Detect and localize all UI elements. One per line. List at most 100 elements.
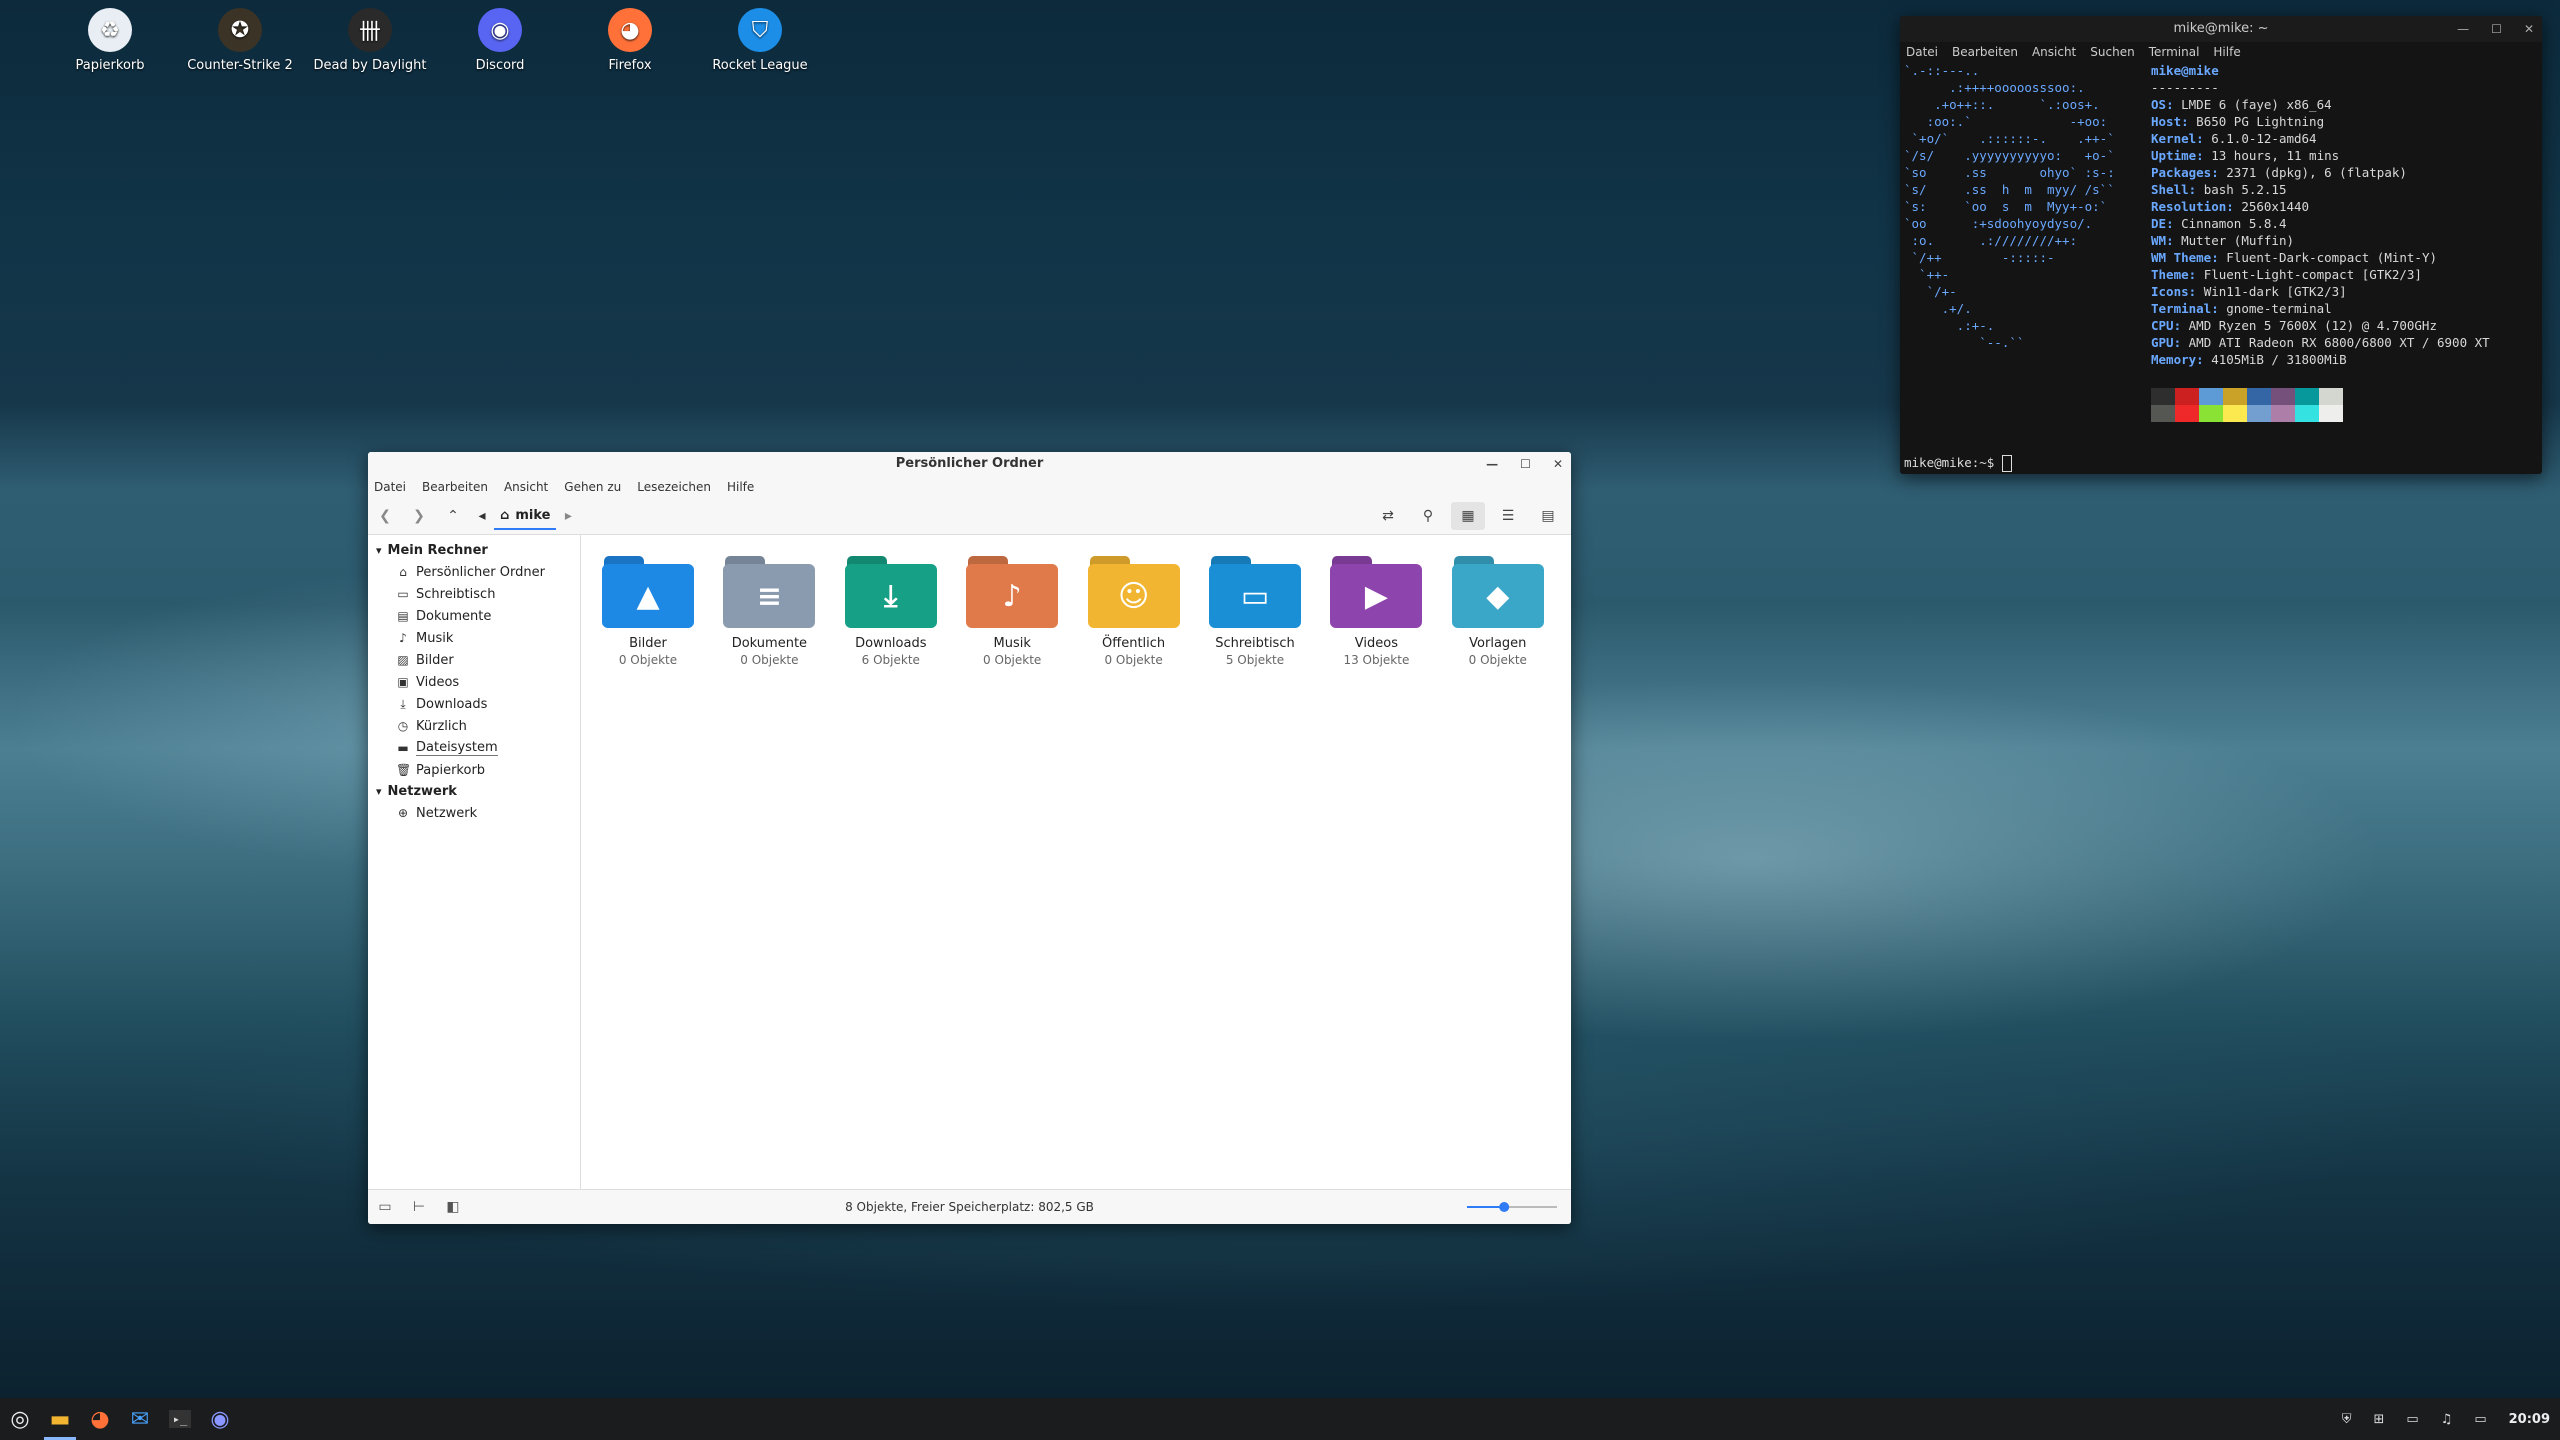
palette-swatch xyxy=(2295,405,2319,422)
battery-icon[interactable]: ▭ xyxy=(2474,1412,2486,1427)
taskbar-menu-button[interactable]: ◎ xyxy=(0,1398,40,1440)
collapse-arrow-icon[interactable]: ▾ xyxy=(376,785,382,798)
sidebar-item[interactable]: ⌂ Persönlicher Ordner xyxy=(368,561,580,583)
taskbar-mail-button[interactable]: ✉ xyxy=(120,1398,160,1440)
terminal-menu-item[interactable]: Ansicht xyxy=(2032,45,2076,59)
collapse-arrow-icon[interactable]: ▾ xyxy=(376,544,382,557)
zoom-slider[interactable] xyxy=(1467,1201,1557,1213)
menu-item[interactable]: Lesezeichen xyxy=(637,480,711,494)
info-row: DE: Cinnamon 5.8.4 xyxy=(2151,216,2287,231)
sidebar-item[interactable]: ♪ Musik xyxy=(368,627,580,649)
folder-item[interactable]: ≡ Dokumente 0 Objekte xyxy=(714,556,824,667)
compact-view-button[interactable]: ▤ xyxy=(1531,502,1565,530)
video-icon: ▣ xyxy=(397,675,409,689)
breadcrumb-left-button[interactable]: ◂ xyxy=(470,502,494,530)
folder-item[interactable]: ◆ Vorlagen 0 Objekte xyxy=(1443,556,1553,667)
sidebar-header-label: Mein Rechner xyxy=(387,543,488,558)
window-titlebar[interactable]: Persönlicher Ordner — ☐ ✕ xyxy=(368,452,1571,476)
menu-item[interactable]: Bearbeiten xyxy=(422,480,488,494)
logo-line: .+/. xyxy=(1904,301,1972,316)
sidebar-item[interactable]: ⤓ Downloads xyxy=(368,693,580,715)
sidebar-item[interactable]: 🗑 Papierkorb xyxy=(368,759,580,781)
terminal-menu-item[interactable]: Datei xyxy=(1906,45,1938,59)
menu-item[interactable]: Hilfe xyxy=(727,480,754,494)
taskbar-discord-button[interactable]: ◉ xyxy=(200,1398,240,1440)
info-value: Fluent-Dark-compact (Mint-Y) xyxy=(2226,250,2437,265)
desktop-icon-discord[interactable]: ◉ Discord xyxy=(435,8,565,73)
terminal-menu-item[interactable]: Terminal xyxy=(2149,45,2200,59)
folder-item[interactable]: ♪ Musik 0 Objekte xyxy=(957,556,1067,667)
palette-swatch xyxy=(2223,405,2247,422)
terminal-output[interactable]: `.-::---.. .:++++ooooosssoo:. .+o++::. `… xyxy=(1904,62,2538,472)
sidebar-item[interactable]: ▣ Videos xyxy=(368,671,580,693)
network-icon[interactable]: ⊞ xyxy=(2373,1412,2384,1427)
terminal-menu-item[interactable]: Hilfe xyxy=(2213,45,2240,59)
sidebar-item-label: Netzwerk xyxy=(416,805,478,821)
terminal-menu-item[interactable]: Bearbeiten xyxy=(1952,45,2018,59)
icon-view-button[interactable]: ▦ xyxy=(1451,502,1485,530)
desktop-icon-trash[interactable]: ♻ Papierkorb xyxy=(45,8,175,73)
list-view-button[interactable]: ☰ xyxy=(1491,502,1525,530)
info-key: WM xyxy=(2151,233,2167,248)
folder-view[interactable]: ▲ Bilder 0 Objekte ≡ Dokumente 0 Objekte ⤓ Down… xyxy=(581,534,1571,1190)
logo-line: `/s/ .yyyyyyyyyyo: +o-` xyxy=(1904,148,2115,163)
breadcrumb-home[interactable]: ⌂ mike xyxy=(494,502,557,530)
desktop-icon-firefox[interactable]: ◕ Firefox xyxy=(565,8,695,73)
display-icon[interactable]: ▭ xyxy=(2406,1412,2418,1427)
folder-count: 5 Objekte xyxy=(1225,653,1285,667)
info-key: OS xyxy=(2151,97,2167,112)
trash-icon: ♻ xyxy=(88,8,132,52)
back-button[interactable]: ❮ xyxy=(368,502,402,530)
taskbar-terminal-button[interactable]: ▸_ xyxy=(160,1398,200,1440)
folder-item[interactable]: ▲ Bilder 0 Objekte xyxy=(593,556,703,667)
menu-item[interactable]: Ansicht xyxy=(504,480,548,494)
menu-item[interactable]: Datei xyxy=(374,480,406,494)
sidebar-item[interactable]: ▤ Dokumente xyxy=(368,605,580,627)
sidebar-item[interactable]: ▭ Schreibtisch xyxy=(368,583,580,605)
sidebar-item[interactable]: ▨ Bilder xyxy=(368,649,580,671)
close-icon[interactable]: ✕ xyxy=(2524,16,2534,42)
folder-name: Downloads xyxy=(855,636,927,651)
terminal-menu-item[interactable]: Suchen xyxy=(2090,45,2134,59)
minimize-icon[interactable]: — xyxy=(1486,452,1498,476)
sidebar-section-header[interactable]: ▾ Netzwerk xyxy=(368,781,580,802)
music-icon: ♪ xyxy=(399,631,407,645)
taskbar-firefox-button[interactable]: ◕ xyxy=(80,1398,120,1440)
toggle-location-button[interactable]: ⇄ xyxy=(1371,502,1405,530)
folder-item[interactable]: ☺ Öffentlich 0 Objekte xyxy=(1079,556,1189,667)
sidebar-item-label: Schreibtisch xyxy=(416,586,496,602)
sidebar-section-header[interactable]: ▾ Mein Rechner xyxy=(368,540,580,561)
up-button[interactable]: ⌃ xyxy=(436,502,470,530)
minimize-icon[interactable]: — xyxy=(2457,16,2469,42)
shield-icon[interactable]: ⛨ xyxy=(2342,1412,2352,1427)
clock[interactable]: 20:09 xyxy=(2509,1412,2550,1427)
taskbar-files-button[interactable]: ▬ xyxy=(40,1398,80,1440)
close-icon[interactable]: ✕ xyxy=(1553,452,1563,476)
audio-icon[interactable]: ♫ xyxy=(2441,1412,2453,1427)
sidebar-item-label: Dokumente xyxy=(416,608,492,624)
folder-icon: ▲ xyxy=(602,556,694,628)
terminal-prompt[interactable]: mike@mike:~$ xyxy=(1904,454,2012,472)
desktop-icon-rocket-league[interactable]: ⛉ Rocket League xyxy=(695,8,825,73)
logo-line: `/++ -:::::- xyxy=(1904,250,2055,265)
maximize-icon[interactable]: ☐ xyxy=(2491,16,2502,42)
menu-item[interactable]: Gehen zu xyxy=(564,480,621,494)
sidebar-item[interactable]: ◷ Kürzlich xyxy=(368,715,580,737)
breadcrumb-right-button[interactable]: ▸ xyxy=(556,502,580,530)
desktop-icon-dbd[interactable]: 卌 Dead by Daylight xyxy=(305,8,435,73)
info-value: B650 PG Lightning xyxy=(2196,114,2325,129)
terminal-titlebar[interactable]: mike@mike: ~ — ☐ ✕ xyxy=(1900,16,2542,42)
folder-item[interactable]: ▭ Schreibtisch 5 Objekte xyxy=(1200,556,1310,667)
search-button[interactable]: ⚲ xyxy=(1411,502,1445,530)
folder-count: 13 Objekte xyxy=(1343,653,1410,667)
sidebar-item[interactable]: ▬ Dateisystem xyxy=(368,737,580,759)
folder-item[interactable]: ⤓ Downloads 6 Objekte xyxy=(836,556,946,667)
sidebar-item[interactable]: ⊕ Netzwerk xyxy=(368,802,580,824)
desktop-icon-cs2[interactable]: ✪ Counter-Strike 2 xyxy=(175,8,305,73)
logo-line: .+o++::. `.:oos+. xyxy=(1904,97,2100,112)
maximize-icon[interactable]: ☐ xyxy=(1520,452,1531,476)
forward-button[interactable]: ❯ xyxy=(402,502,436,530)
info-key: Icons xyxy=(2151,284,2189,299)
desktop-icon-label: Rocket League xyxy=(712,58,808,73)
folder-item[interactable]: ▶ Videos 13 Objekte xyxy=(1321,556,1431,667)
